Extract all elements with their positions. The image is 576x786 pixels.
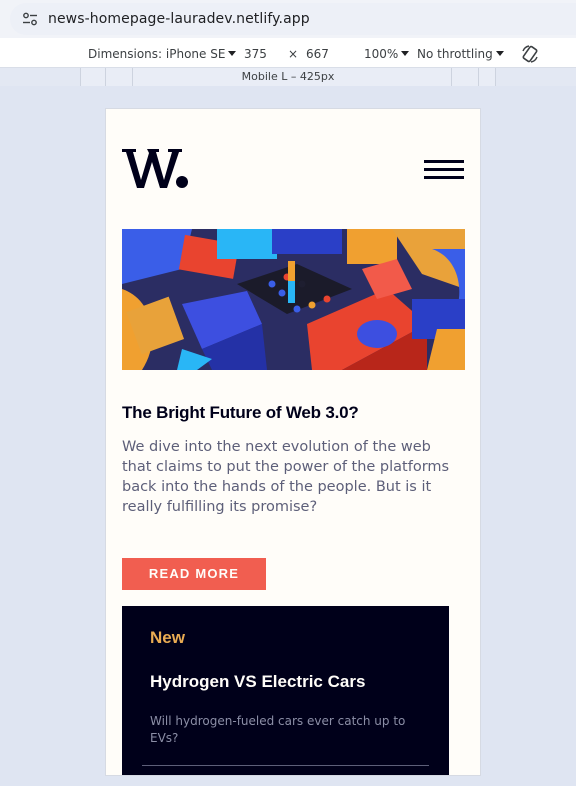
throttling-select[interactable]: No throttling xyxy=(417,47,504,61)
article-title[interactable]: The Bright Future of Web 3.0? xyxy=(122,403,359,423)
device-toolbar: Dimensions: iPhone SE 375 × 667 100% No … xyxy=(0,38,576,68)
menu-bar-middle xyxy=(424,168,464,171)
new-item-description: Will hydrogen-fueled cars ever catch up … xyxy=(150,714,406,745)
site-settings-icon[interactable] xyxy=(22,11,38,27)
browser-address-bar: news-homepage-lauradev.netlify.app xyxy=(0,0,576,38)
menu-icon[interactable] xyxy=(424,160,466,180)
zoom-select[interactable]: 100% xyxy=(364,47,410,61)
menu-bar-bottom xyxy=(424,176,464,179)
article-description: We dive into the next evolution of the w… xyxy=(122,439,450,515)
new-articles-panel: New Hydrogen VS Electric Cars Will hydro… xyxy=(122,606,449,775)
dimensions-select[interactable]: Dimensions: iPhone SE xyxy=(88,47,237,61)
divider xyxy=(142,765,429,766)
chevron-down-icon xyxy=(495,51,504,56)
menu-bar-top xyxy=(424,160,464,163)
read-more-button[interactable]: READ MORE xyxy=(122,558,266,590)
zoom-label: 100% xyxy=(364,47,399,61)
new-item-title[interactable]: Hydrogen VS Electric Cars xyxy=(150,672,365,692)
site-logo[interactable] xyxy=(122,147,190,189)
omnibox[interactable]: news-homepage-lauradev.netlify.app xyxy=(10,3,576,35)
height-input[interactable]: 667 xyxy=(306,47,329,61)
times-sign: × xyxy=(288,47,299,61)
media-query-label: Mobile L – 425px xyxy=(241,70,335,83)
device-viewport: The Bright Future of Web 3.0? We dive in… xyxy=(105,108,481,776)
media-query-bar: Mobile L – 425px xyxy=(0,68,576,86)
new-section-heading: New xyxy=(150,628,185,647)
chevron-down-icon xyxy=(401,51,410,56)
hero-image xyxy=(122,229,465,370)
url-text[interactable]: news-homepage-lauradev.netlify.app xyxy=(48,11,310,27)
throttling-label: No throttling xyxy=(417,47,493,61)
width-input[interactable]: 375 xyxy=(244,47,267,61)
chevron-down-icon xyxy=(228,51,237,56)
dimensions-label: Dimensions: iPhone SE xyxy=(88,47,226,61)
rotate-icon[interactable] xyxy=(520,44,540,64)
